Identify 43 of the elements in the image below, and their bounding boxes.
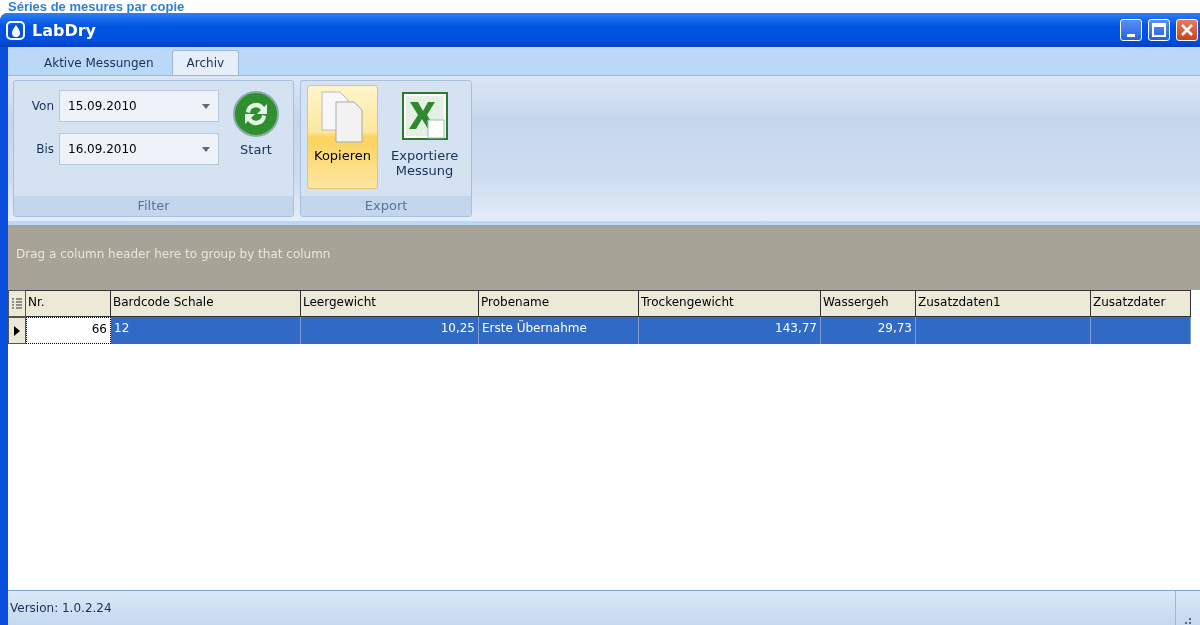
maximize-icon [1152,23,1166,37]
column-header[interactable]: Bardcode Schale [111,290,301,317]
column-header[interactable]: Leergewicht [301,290,479,317]
column-header[interactable]: Zusatzdaten1 [916,290,1091,317]
dropdown-arrow-icon [202,146,210,152]
close-button[interactable] [1176,19,1198,41]
row-selector-header[interactable] [8,290,26,317]
table-cell: 66 [26,317,111,344]
field-label: Bis [35,142,54,156]
app-logo-icon [4,18,28,42]
close-icon [1180,23,1194,37]
column-header[interactable]: Probename [479,290,639,317]
refresh-icon [232,90,280,138]
table-cell: 12 [111,317,301,344]
group-hint: Drag a column header here to group by that column [16,247,331,261]
page-heading: Séries de mesures par copie [7,0,186,13]
column-header[interactable]: Trockengewicht [639,290,821,317]
minimize-icon [1127,33,1135,37]
dropdown-arrow-icon [202,103,210,109]
excel-button[interactable]: Exportiere Messung [384,85,466,189]
group-title: Export [301,196,472,216]
refresh-button[interactable]: Start [225,85,287,189]
column-header[interactable]: Nr. [26,290,111,317]
date-field[interactable]: 15.09.2010 [59,90,219,122]
table-cell: 143,77 [639,317,821,344]
column-header[interactable]: Wassergeh [821,290,916,317]
resize-grip-icon[interactable] [1184,617,1192,625]
column-header[interactable]: Zusatzdater [1091,290,1191,317]
table-cell: 10,25 [301,317,479,344]
table-cell: 29,73 [821,317,916,344]
ribbon-tab[interactable]: Archiv [171,50,240,75]
row-indicator[interactable] [8,317,26,344]
window-title: LabDry [32,20,97,40]
field-label: Von [30,99,54,113]
maximize-button[interactable] [1148,19,1170,41]
date-field[interactable]: 16.09.2010 [59,133,219,165]
ribbon-tab[interactable]: Aktive Messungen [30,51,168,75]
minimize-button[interactable] [1120,19,1142,41]
copy-button[interactable]: Kopieren [307,85,378,189]
group-title: Filter [14,196,293,216]
table-cell: Erste Übernahme [479,317,639,344]
version-text: Version: 1.0.2.24 [10,601,112,615]
column-chooser-icon [12,297,22,310]
